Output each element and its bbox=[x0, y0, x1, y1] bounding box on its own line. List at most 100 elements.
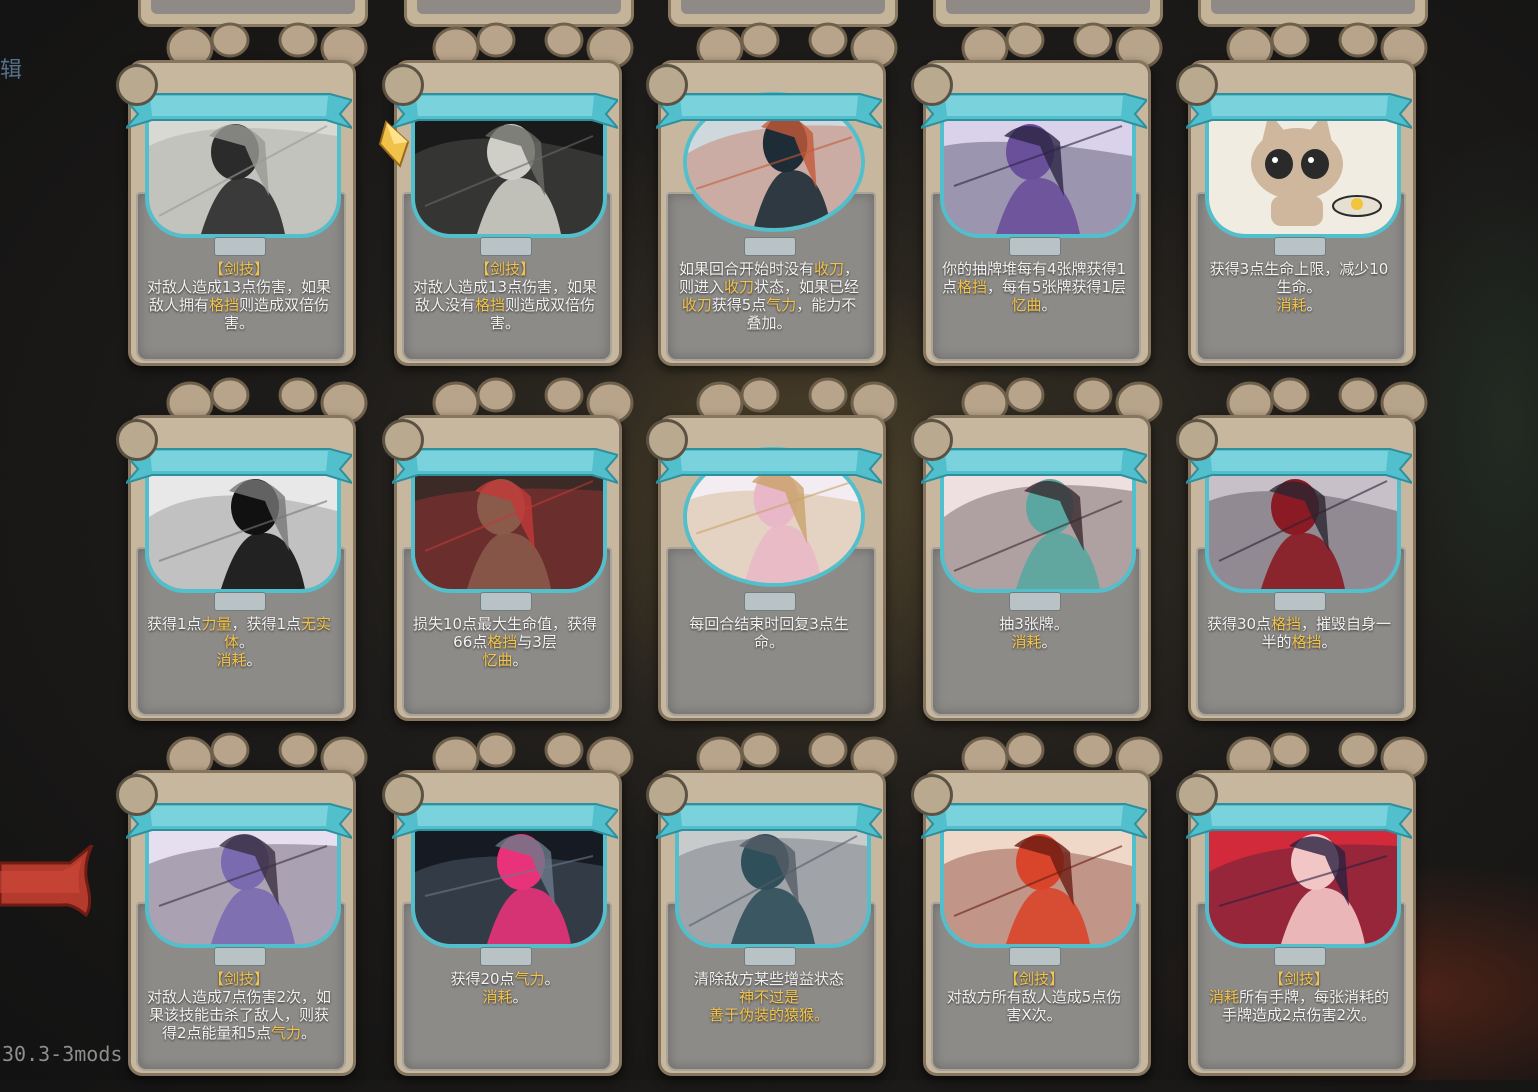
keyword-text: 力量 bbox=[201, 615, 232, 633]
card-description: 【剑技】 对敌人造成7点伤害2次，如果该技能击杀了敌人，则获得2点能量和5点气力。 bbox=[146, 970, 332, 1042]
keyword-text: 【剑技】 bbox=[1268, 970, 1329, 988]
description-text: 则造成双倍伤害。 bbox=[489, 296, 596, 332]
description-text: 。 bbox=[544, 970, 560, 988]
keyword-text: 格挡 bbox=[956, 278, 987, 296]
keyword-text: 消耗 bbox=[482, 988, 513, 1006]
keyword-text: 消耗 bbox=[1208, 988, 1239, 1006]
keyword-text: 【剑技】 bbox=[1003, 970, 1064, 988]
card[interactable]: 【剑技】 对敌方所有敌人造成5点伤害X次。 bbox=[911, 732, 1163, 1092]
crystal-icon bbox=[378, 120, 410, 168]
description-text: 获得5点 bbox=[711, 296, 767, 314]
card-type-label bbox=[744, 237, 796, 256]
card-name-banner bbox=[392, 800, 618, 842]
card[interactable]: 【剑技】 对敌人造成13点伤害，如果敌人没有格挡则造成双倍伤害。 bbox=[378, 22, 634, 382]
card-type-label bbox=[480, 237, 532, 256]
description-text: 对敌方所有敌人造成5点伤害X次。 bbox=[946, 988, 1122, 1024]
description-text: 与3层 bbox=[517, 633, 557, 651]
keyword-text: 气力 bbox=[766, 296, 797, 314]
description-text: 。 bbox=[239, 633, 255, 651]
card[interactable]: 【剑技】 对敌人造成7点伤害2次，如果该技能击杀了敌人，则获得2点能量和5点气力。 bbox=[116, 732, 368, 1092]
description-text: 。 bbox=[301, 1024, 317, 1042]
keyword-text: 收刀 bbox=[813, 260, 844, 278]
card[interactable]: 抽3张牌。 消耗。 bbox=[911, 377, 1163, 737]
description-text: 所有手牌，每张消耗的手牌造成2点伤害2次。 bbox=[1221, 988, 1390, 1024]
description-text: 则造成双倍伤害。 bbox=[223, 296, 330, 332]
energy-cost-orb bbox=[1176, 774, 1218, 816]
card-description: 清除敌方某些增益状态 神不过是 善于伪装的猿猴。 bbox=[676, 970, 862, 1024]
card-name-banner bbox=[126, 445, 352, 487]
card[interactable]: 每回合结束时回复3点生命。 bbox=[646, 377, 898, 737]
card-type-label bbox=[214, 947, 266, 966]
keyword-text: 神不过是 bbox=[738, 988, 799, 1006]
keyword-text: 格挡 bbox=[1271, 615, 1302, 633]
energy-cost-orb bbox=[382, 64, 424, 106]
energy-cost-orb bbox=[1176, 419, 1218, 461]
card-type-label bbox=[1274, 592, 1326, 611]
card-description: 【剑技】 对敌人造成13点伤害，如果敌人拥有格挡则造成双倍伤害。 bbox=[146, 260, 332, 332]
description-text: 获得3点生命上限，减少10生命。 bbox=[1209, 260, 1389, 296]
keyword-text: 消耗 bbox=[216, 651, 247, 669]
card-type-label bbox=[1009, 237, 1061, 256]
description-text: 获得1点 bbox=[146, 615, 202, 633]
card-name-banner bbox=[656, 800, 882, 842]
description-text: 获得20点 bbox=[450, 970, 515, 988]
card[interactable]: 获得1点力量，获得1点无实体。 消耗。 bbox=[116, 377, 368, 737]
card-type-label bbox=[214, 237, 266, 256]
card-description: 【剑技】消耗所有手牌，每张消耗的手牌造成2点伤害2次。 bbox=[1206, 970, 1392, 1024]
energy-cost-orb bbox=[911, 64, 953, 106]
keyword-text: 消耗 bbox=[1276, 296, 1307, 314]
keyword-text: 忆曲 bbox=[482, 651, 513, 669]
card-description: 获得30点格挡，摧毁自身一半的格挡。 bbox=[1206, 615, 1392, 651]
card-description: 每回合结束时回复3点生命。 bbox=[676, 615, 862, 651]
description-text: ，获得1点 bbox=[231, 615, 302, 633]
card[interactable]: 【剑技】消耗所有手牌，每张消耗的手牌造成2点伤害2次。 bbox=[1176, 732, 1428, 1092]
keyword-text: 收刀 bbox=[681, 296, 712, 314]
back-arrow-button[interactable] bbox=[0, 845, 95, 930]
keyword-text: 【剑技】 bbox=[208, 260, 269, 278]
keyword-text: 消耗 bbox=[1011, 633, 1042, 651]
energy-cost-orb bbox=[1176, 64, 1218, 106]
version-label: 30.3-3mods bbox=[2, 1042, 123, 1066]
card-name-banner bbox=[1186, 445, 1412, 487]
energy-cost-orb bbox=[116, 774, 158, 816]
card[interactable]: 损失10点最大生命值，获得66点格挡与3层 忆曲。 bbox=[382, 377, 634, 737]
description-text: 。 bbox=[246, 651, 262, 669]
description-text: 每回合结束时回复3点生命。 bbox=[689, 615, 849, 651]
description-text: 清除敌方某些增益状态 bbox=[693, 970, 844, 988]
card[interactable]: 获得30点格挡，摧毁自身一半的格挡。 bbox=[1176, 377, 1428, 737]
card[interactable]: 获得20点气力。 消耗。 bbox=[382, 732, 634, 1092]
keyword-text: 格挡 bbox=[474, 296, 505, 314]
card-type-label bbox=[1274, 947, 1326, 966]
card-description: 损失10点最大生命值，获得66点格挡与3层 忆曲。 bbox=[412, 615, 598, 669]
description-text: 。 bbox=[1306, 296, 1322, 314]
card-type-label bbox=[744, 592, 796, 611]
card-type-label bbox=[480, 947, 532, 966]
card-name-banner bbox=[392, 90, 618, 132]
keyword-text: 忆曲 bbox=[1011, 296, 1042, 314]
keyword-text: 【剑技】 bbox=[474, 260, 535, 278]
card-description: 抽3张牌。 消耗。 bbox=[941, 615, 1127, 651]
description-text: 抽3张牌。 bbox=[999, 615, 1069, 633]
card[interactable]: 清除敌方某些增益状态 神不过是 善于伪装的猿猴。 bbox=[646, 732, 898, 1092]
card[interactable]: 获得3点生命上限，减少10生命。 消耗。 bbox=[1176, 22, 1428, 382]
card-name-banner bbox=[656, 445, 882, 487]
description-text: 状态，如果已经 bbox=[754, 278, 860, 296]
card[interactable]: 【剑技】 对敌人造成13点伤害，如果敌人拥有格挡则造成双倍伤害。 bbox=[116, 22, 368, 382]
keyword-text: 格挡 bbox=[208, 296, 239, 314]
card-type-label bbox=[744, 947, 796, 966]
card-description: 你的抽牌堆每有4张牌获得1点格挡，每有5张牌获得1层忆曲。 bbox=[941, 260, 1127, 314]
energy-cost-orb bbox=[646, 774, 688, 816]
card[interactable]: 你的抽牌堆每有4张牌获得1点格挡，每有5张牌获得1层忆曲。 bbox=[911, 22, 1163, 382]
card-description: 【剑技】 对敌人造成13点伤害，如果敌人没有格挡则造成双倍伤害。 bbox=[412, 260, 598, 332]
edit-label-fragment[interactable]: 辑 bbox=[0, 52, 22, 84]
card-name-banner bbox=[656, 90, 882, 132]
description-text: 。 bbox=[1041, 296, 1057, 314]
card[interactable]: 如果回合开始时没有收刀，则进入收刀状态，如果已经收刀获得5点气力，能力不叠加。 bbox=[646, 22, 898, 382]
description-text: 获得30点 bbox=[1206, 615, 1272, 633]
keyword-text: 收刀 bbox=[723, 278, 754, 296]
description-text: 。 bbox=[1041, 633, 1057, 651]
keyword-text: 善于伪装的猿猴。 bbox=[708, 1006, 829, 1024]
keyword-text: 格挡 bbox=[487, 633, 518, 651]
card-name-banner bbox=[126, 90, 352, 132]
energy-cost-orb bbox=[646, 64, 688, 106]
